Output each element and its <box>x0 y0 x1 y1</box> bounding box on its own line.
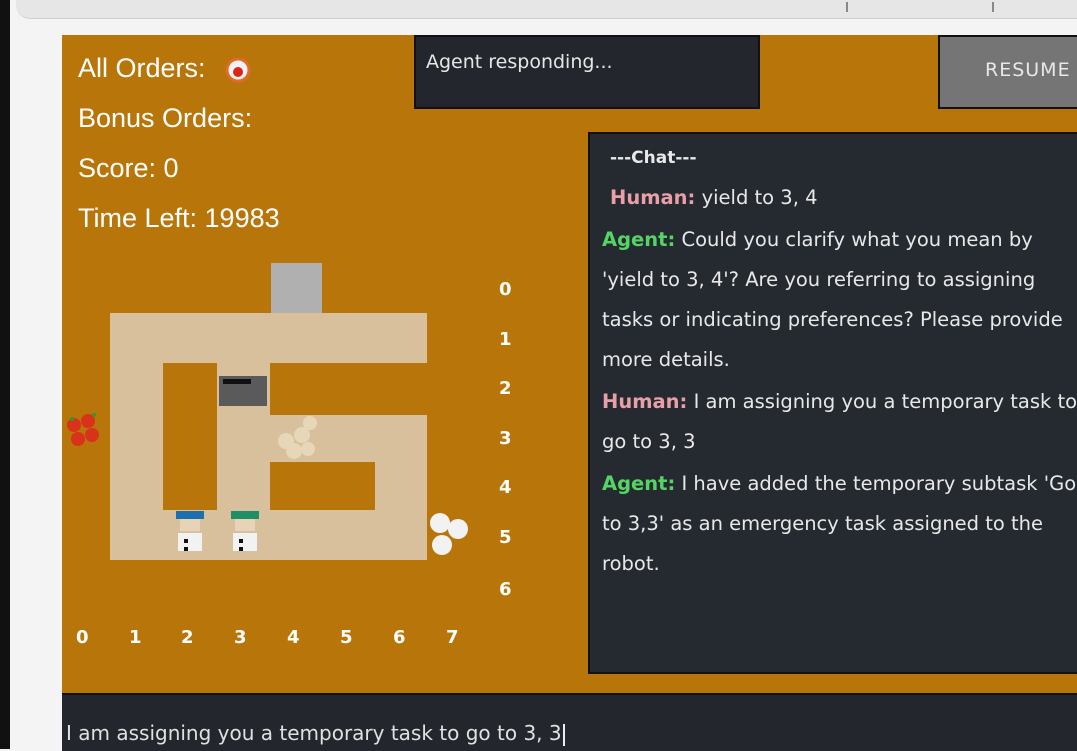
all-orders: All Orders: <box>78 53 251 84</box>
onion-pile-icon <box>278 416 317 459</box>
y-axis-label: 4 <box>499 477 512 498</box>
y-axis-label: 5 <box>499 527 512 548</box>
plates-icon <box>430 513 468 555</box>
x-axis-label: 5 <box>340 627 353 648</box>
chat-message: Agent: Could you clarify what you mean b… <box>602 220 1077 380</box>
chat-text: yield to 3, 4 <box>701 186 818 209</box>
tomato-soup-icon <box>225 57 251 83</box>
top-toolbar-strip <box>16 0 1077 19</box>
y-axis-label: 1 <box>499 329 512 350</box>
human-chef-icon <box>176 511 204 551</box>
game-canvas: All Orders: Bonus Orders: Score: 0 Time … <box>62 35 1077 749</box>
x-axis-label: 1 <box>129 627 142 648</box>
floor-cell <box>217 462 270 510</box>
x-axis-label: 6 <box>393 627 406 648</box>
resume-button[interactable]: RESUME <box>938 35 1077 109</box>
y-axis-label: 2 <box>499 378 512 399</box>
x-axis-label: 4 <box>287 627 300 648</box>
window-edge <box>0 0 10 749</box>
agent-chef-icon <box>231 511 259 551</box>
all-orders-label: All Orders: <box>78 53 206 83</box>
chat-speaker: Agent: <box>602 228 676 251</box>
chat-input[interactable]: I am assigning you a temporary task to g… <box>66 721 565 746</box>
x-axis-label: 7 <box>446 627 459 648</box>
chat-speaker: Human: <box>602 390 688 413</box>
toolbar-tick <box>846 2 848 12</box>
text-caret <box>562 723 565 746</box>
x-axis-label: 2 <box>181 627 194 648</box>
chat-speaker: Human: <box>610 186 696 209</box>
chat-input-bar[interactable]: I am assigning you a temporary task to g… <box>62 693 1077 751</box>
y-axis-label: 0 <box>499 279 512 300</box>
y-axis-label: 6 <box>499 579 512 600</box>
score-label: Score: 0 <box>78 153 179 183</box>
agent-status-text: Agent responding... <box>426 51 613 73</box>
time-left-label: Time Left: 19983 <box>78 203 280 233</box>
serving-counter <box>271 263 322 313</box>
bonus-orders-label: Bonus Orders: <box>78 103 253 133</box>
toolbar-tick <box>992 2 994 12</box>
x-axis-label: 3 <box>234 627 247 648</box>
chat-message: Human: yield to 3, 4 <box>602 178 1077 218</box>
chat-message: Agent: I have added the temporary subtas… <box>602 464 1077 584</box>
chat-message: Human: I am assigning you a temporary ta… <box>602 382 1077 462</box>
chat-title: ---Chat--- <box>610 148 697 168</box>
pot-icon <box>219 376 267 406</box>
x-axis-label: 0 <box>76 627 89 648</box>
chat-input-value: I am assigning you a temporary task to g… <box>66 721 562 745</box>
tomato-pile-icon <box>67 413 99 446</box>
chat-panel[interactable]: ---Chat--- Human: yield to 3, 4 Agent: C… <box>588 132 1077 674</box>
agent-status-box: Agent responding... <box>414 35 760 109</box>
chat-speaker: Agent: <box>602 472 676 495</box>
floor-row <box>110 313 427 363</box>
y-axis-label: 3 <box>499 428 512 449</box>
